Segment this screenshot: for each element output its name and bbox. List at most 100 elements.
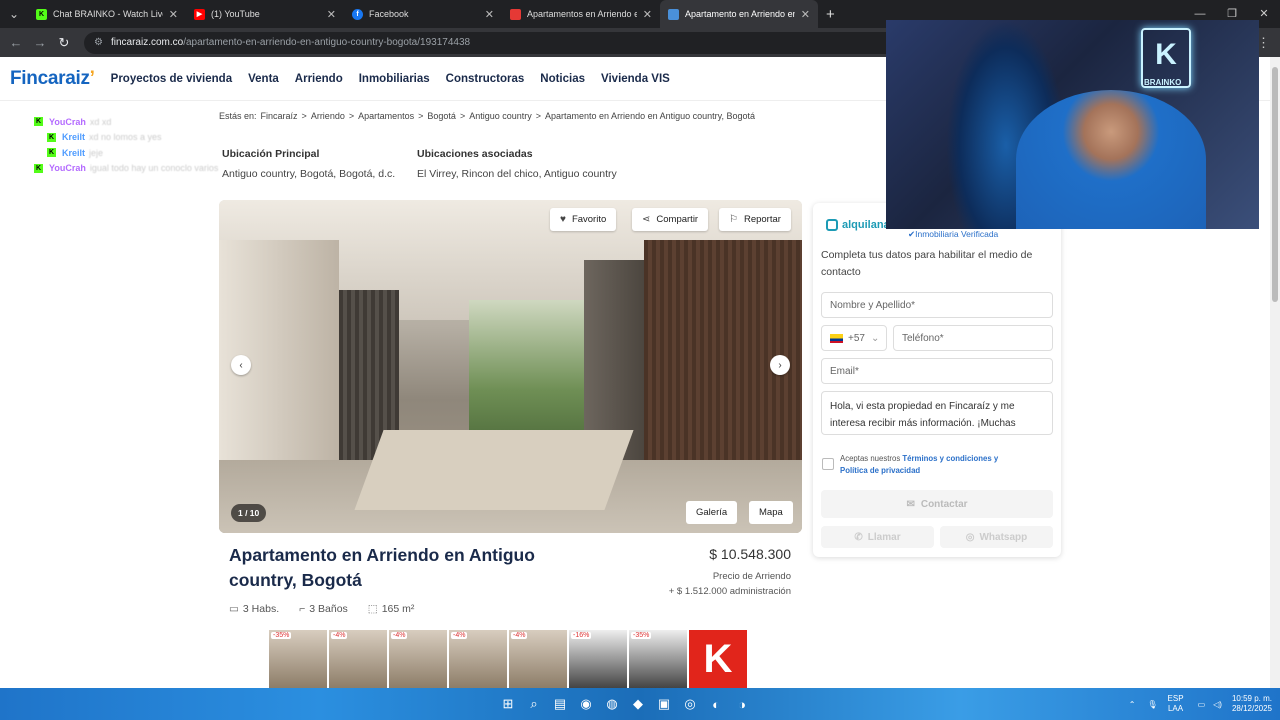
kick-badge-icon: K [47,132,56,142]
photo-counter: 1 / 10 [231,504,267,522]
browser-tab-active[interactable]: Apartamento en Arriendo en B ✕ [660,0,818,28]
map-button[interactable]: Mapa [749,501,793,524]
whatsapp-icon[interactable]: ◎ [677,696,703,712]
breadcrumb-current: Apartamento en Arriendo en Antiguo count… [545,111,755,121]
page-icon [668,8,679,20]
chrome-icon[interactable]: ◉ [573,696,599,712]
chat-message: K Kreilt xd no lomos a yes [34,130,218,146]
bed-icon: ▭ [229,603,239,615]
browser-tab[interactable]: K Chat BRAINKO - Watch Live on ✕ [28,0,186,28]
start-icon[interactable]: ⊞ [495,696,521,712]
associated-locations-value[interactable]: El Virrey, Rincon del chico, Antiguo cou… [417,168,617,180]
name-field[interactable]: Nombre y Apellido* [821,292,1053,318]
app-icon[interactable]: ◆ [625,696,651,712]
close-tab-icon[interactable]: ✕ [327,8,336,21]
listing-title: Apartamento en Arriendo en Antiguo count… [229,545,535,590]
back-icon[interactable]: ← [4,35,28,50]
ad-item[interactable]: -16% [569,630,627,688]
scrollbar-thumb[interactable] [1272,67,1278,302]
agency-logo: alquilana [826,219,890,231]
browser-tab[interactable]: ▶ (1) YouTube ✕ [186,0,344,28]
close-tab-icon[interactable]: ✕ [643,8,652,21]
photo-gallery[interactable]: ♥ Favorito ⋖ Compartir ⚐ Reportar ‹ › 1 / 1… [219,200,802,533]
browser-tab[interactable]: Apartamentos en Arriendo en ✕ [502,0,660,28]
kick-badge-icon: K [47,148,56,158]
windows-taskbar: ⊞ ⌕ ▤ ◉ ◍ ◆ ▣ ◎ ◐ ◑ ⌃ 🎙 ESP LAA ▭ ◁) 10:5… [0,688,1280,720]
ad-item[interactable]: -4% [509,630,567,688]
nav-noticias[interactable]: Noticias [540,73,585,85]
privacy-link[interactable]: Política de privacidad [840,466,920,475]
nav-proyectos[interactable]: Proyectos de vivienda [111,73,232,85]
page-scrollbar[interactable] [1270,57,1280,688]
network-icon[interactable]: ▭ [1198,700,1206,709]
streamer [1016,90,1206,229]
message-textarea[interactable]: Hola, vi esta propiedad en Fincaraíz y m… [821,391,1053,435]
app-icon[interactable]: ▣ [651,696,677,712]
share-button[interactable]: ⋖ Compartir [632,208,709,231]
nav-constructoras[interactable]: Constructoras [446,73,525,85]
email-field[interactable]: Email* [821,358,1053,384]
clock[interactable]: 10:59 p. m. 28/12/2025 [1232,694,1272,715]
phone-field[interactable]: Teléfono* [893,325,1053,351]
nav-venta[interactable]: Venta [248,73,279,85]
ad-brand-logo[interactable]: K [689,630,747,688]
language-indicator[interactable]: ESP LAA [1168,694,1184,715]
file-explorer-icon[interactable]: ▤ [547,696,573,712]
ad-item[interactable]: -4% [449,630,507,688]
ad-banner[interactable]: -35% -4% -4% -4% -4% -16% -35% K [269,630,749,688]
breadcrumb-item[interactable]: Arriendo [311,111,345,121]
fincaraiz-logo[interactable]: Fincaraiz’ [10,68,95,90]
forward-icon[interactable]: → [28,35,52,50]
discord-icon[interactable]: ◐ [703,697,729,712]
whatsapp-button[interactable]: ◎ Whatsapp [940,526,1053,548]
ad-item[interactable]: -4% [329,630,387,688]
call-button[interactable]: ✆ Llamar [821,526,934,548]
favorite-button[interactable]: ♥ Favorito [550,208,617,231]
country-code-select[interactable]: +57 ⌄ [821,325,887,351]
terms-link[interactable]: Términos y condiciones [902,454,991,463]
obs-icon[interactable]: ◑ [729,697,755,712]
report-button[interactable]: ⚐ Reportar [719,208,791,231]
close-tab-icon[interactable]: ✕ [169,8,178,21]
nav-inmobiliarias[interactable]: Inmobiliarias [359,73,430,85]
tab-search-icon[interactable]: ⌄ [0,0,28,28]
nav-arriendo[interactable]: Arriendo [295,73,343,85]
breadcrumb-item[interactable]: Fincaraíz [261,111,298,121]
breadcrumb-item[interactable]: Antiguo country [469,111,532,121]
breadcrumb-item[interactable]: Bogotá [427,111,456,121]
breadcrumb-item[interactable]: Apartamentos [358,111,414,121]
gallery-button[interactable]: Galería [686,501,738,524]
chevron-left-icon: ‹ [239,359,243,371]
browser-tab[interactable]: f Facebook ✕ [344,0,502,28]
reload-icon[interactable]: ↻ [52,35,76,51]
chevron-up-icon[interactable]: ⌃ [1129,700,1136,709]
spotify-icon[interactable]: ◍ [599,696,625,712]
ad-item[interactable]: -35% [269,630,327,688]
new-tab-icon[interactable]: + [826,6,835,23]
close-tab-icon[interactable]: ✕ [485,8,494,21]
prev-photo-button[interactable]: ‹ [231,355,251,375]
breadcrumb-prefix: Estás en: [219,111,257,121]
rooms-count: 3 Habs. [242,603,280,615]
tab-title: Chat BRAINKO - Watch Live on [53,9,163,19]
volume-icon[interactable]: ◁) [1213,700,1222,709]
site-info-icon[interactable]: ⚙ [94,37,103,48]
ad-item[interactable]: -35% [629,630,687,688]
mic-icon[interactable]: 🎙 [1147,700,1157,709]
ad-item[interactable]: -4% [389,630,447,688]
chat-user: Kreilt [62,147,86,158]
close-tab-icon[interactable]: ✕ [801,8,810,21]
chat-message: K YouCrah xd xd [34,114,218,130]
chat-message: K Kreilt jeje [34,145,218,161]
next-photo-button[interactable]: › [770,355,790,375]
neon-logo-text: BRAINKO [1144,78,1182,87]
tab-title: Apartamento en Arriendo en B [685,9,795,19]
tab-title: Apartamentos en Arriendo en [527,9,637,19]
nav-vivienda-vis[interactable]: Vivienda VIS [601,73,670,85]
facebook-icon: f [352,8,363,20]
terms-checkbox[interactable] [822,458,834,470]
search-icon[interactable]: ⌕ [521,696,547,712]
page-icon [510,8,521,20]
chat-user: YouCrah [49,163,86,174]
contact-button[interactable]: ✉ Contactar [821,490,1053,518]
